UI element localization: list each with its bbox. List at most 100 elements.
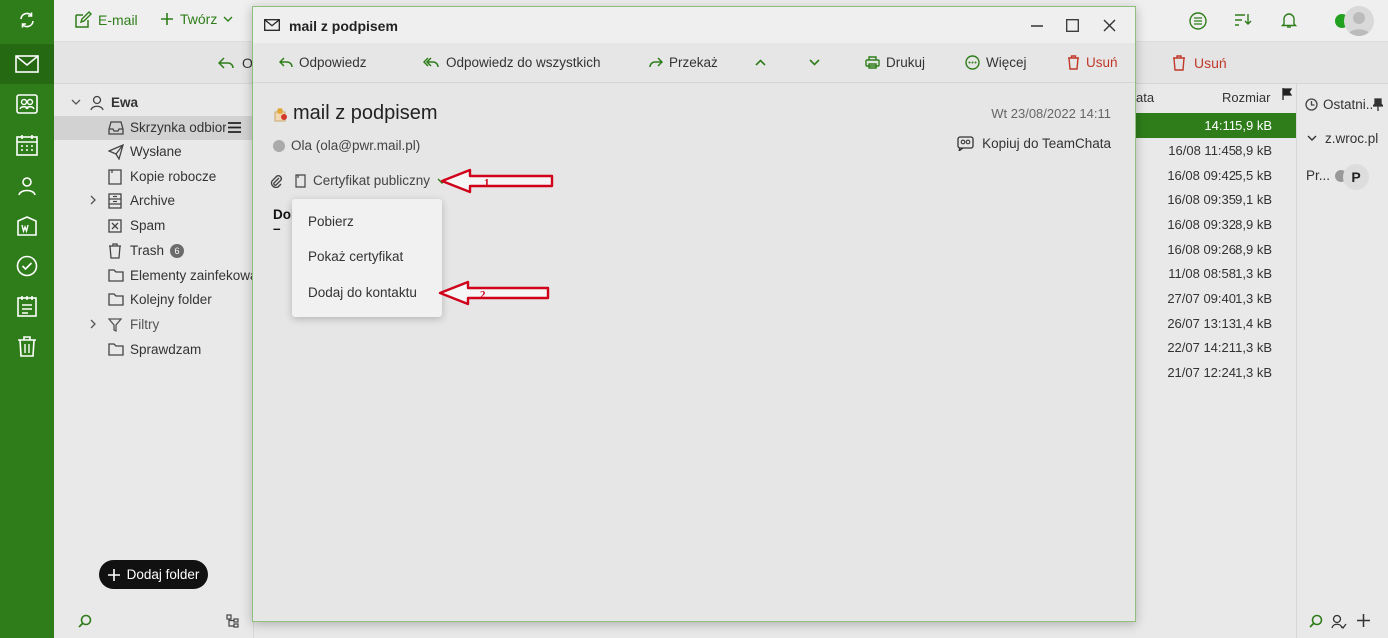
folder-another[interactable]: Kolejny folder — [54, 288, 254, 312]
search-icon[interactable] — [78, 614, 92, 628]
email-label: E-mail — [98, 12, 138, 28]
search-icon[interactable] — [1309, 614, 1323, 628]
user-icon[interactable] — [0, 166, 54, 206]
trash-icon — [1173, 55, 1185, 71]
folder-drafts[interactable]: Kopie robocze — [54, 165, 254, 189]
folder-spam[interactable]: Spam — [54, 214, 254, 238]
chevron-right-icon[interactable] — [90, 195, 97, 205]
avatar[interactable] — [1344, 6, 1374, 36]
table-row[interactable]: 16/08 09:35 9,1 kB — [1136, 187, 1296, 212]
reply-all-button[interactable]: Odpowiedz do wszystkich — [423, 55, 601, 70]
add-contact-icon[interactable] — [1331, 614, 1347, 629]
folder-label: Elementy zainfekowane — [130, 268, 254, 283]
trash-icon[interactable] — [0, 326, 54, 366]
app-sidebar — [0, 0, 54, 638]
document-icon — [295, 173, 306, 188]
list-icon[interactable] — [1189, 12, 1207, 30]
tree-view-icon[interactable] — [226, 614, 240, 628]
domain-group[interactable]: z.wroc.pl — [1307, 131, 1378, 146]
trash-icon — [1068, 55, 1079, 70]
mail-icon — [264, 19, 280, 31]
table-row[interactable]: 22/07 14:21 1,3 kB — [1136, 335, 1296, 360]
chevron-up-icon[interactable] — [755, 59, 766, 66]
menu-item-download[interactable]: Pobierz — [308, 214, 354, 229]
table-row[interactable]: 14:11 5,9 kB — [1136, 113, 1296, 138]
chevron-right-icon[interactable] — [90, 319, 97, 329]
folder-infected[interactable]: Elementy zainfekowane — [54, 264, 254, 288]
mail-content: mail z podpisem Wt 23/08/2022 14:11 Ola … — [253, 84, 1135, 621]
reply-label: Odpowiedz — [299, 55, 367, 70]
notes-icon[interactable] — [0, 286, 54, 326]
folder-sent[interactable]: Wysłane — [54, 140, 254, 164]
signed-message-icon — [274, 108, 287, 122]
maximize-icon[interactable] — [1066, 19, 1079, 32]
folder-inbox[interactable]: Skrzynka odbiorcza — [54, 116, 254, 140]
folder-checking[interactable]: Sprawdzam — [54, 338, 254, 362]
word-doc-icon[interactable] — [0, 206, 54, 246]
contact-avatar[interactable]: P — [1343, 164, 1369, 190]
contacts-icon[interactable] — [0, 84, 54, 124]
reply-all-label: Odpowiedz do wszystkich — [446, 55, 601, 70]
column-date-header[interactable]: ata — [1136, 90, 1154, 105]
bell-icon[interactable] — [1280, 11, 1298, 29]
print-label: Drukuj — [886, 55, 926, 70]
spam-icon — [108, 219, 122, 233]
reply-icon — [279, 57, 293, 68]
table-row[interactable]: 26/07 13:13 1,4 kB — [1136, 311, 1296, 336]
sender[interactable]: Ola (ola@pwr.mail.pl) — [273, 138, 420, 153]
folder-archive[interactable]: Archive — [54, 189, 254, 213]
new-email-button[interactable]: E-mail — [74, 11, 138, 29]
print-button[interactable]: Drukuj — [865, 55, 925, 70]
flag-icon[interactable] — [1282, 88, 1292, 100]
attachment-row: Certyfikat publiczny — [269, 173, 447, 188]
minimize-icon[interactable] — [1031, 25, 1043, 27]
teamchat-icon — [957, 136, 974, 151]
body-line-2: – — [273, 221, 281, 236]
more-button[interactable]: Więcej — [965, 55, 1027, 70]
folder-filters[interactable]: Filtry — [54, 313, 254, 337]
create-label: Twórz — [180, 11, 218, 27]
column-size-header[interactable]: Rozmiar — [1222, 90, 1270, 105]
chevron-down-icon[interactable] — [809, 59, 820, 66]
refresh-icon[interactable] — [0, 0, 54, 40]
delete-button-bg[interactable]: Usuń — [1172, 55, 1227, 71]
plus-icon[interactable] — [1357, 614, 1370, 627]
table-row[interactable]: 21/07 12:24 1,3 kB — [1136, 360, 1296, 385]
forward-button[interactable]: Przekaż — [649, 55, 718, 70]
add-folder-button[interactable]: Dodaj folder — [99, 560, 208, 589]
table-row[interactable]: 16/08 09:26 8,9 kB — [1136, 237, 1296, 262]
message-list: ata Rozmiar 14:11 5,9 kB 16/08 11:45 8,9 k… — [1136, 84, 1296, 638]
close-icon[interactable] — [1103, 19, 1116, 32]
menu-icon[interactable] — [228, 122, 241, 133]
copy-to-teamchat-button[interactable]: Kopiuj do TeamChata — [957, 136, 1111, 151]
recent-header[interactable]: Ostatni.. — [1305, 97, 1373, 112]
reply-button[interactable]: Odpowiedz — [279, 55, 367, 70]
menu-item-show-certificate[interactable]: Pokaż certyfikat — [308, 249, 403, 264]
add-folder-label: Dodaj folder — [126, 567, 200, 582]
certificate-attachment[interactable]: Certyfikat publiczny — [295, 173, 447, 188]
archive-icon — [108, 193, 122, 209]
calendar-icon[interactable] — [0, 125, 54, 165]
table-row[interactable]: 16/08 09:42 5,5 kB — [1136, 163, 1296, 188]
mail-window: mail z podpisem Odpowiedz Odpowiedz do w… — [252, 6, 1136, 622]
folder-icon — [108, 269, 124, 282]
table-row[interactable]: 16/08 11:45 8,9 kB — [1136, 138, 1296, 163]
user-icon — [90, 95, 104, 111]
delete-button[interactable]: Usuń — [1067, 55, 1118, 70]
trash-icon — [109, 243, 121, 259]
folder-label: Trash 6 — [130, 243, 185, 259]
message-date: Wt 23/08/2022 14:11 — [991, 106, 1111, 121]
window-titlebar[interactable]: mail z podpisem — [253, 7, 1135, 43]
annotation-arrow-1: 1 — [440, 168, 554, 194]
tasks-check-icon[interactable] — [0, 246, 54, 286]
table-row[interactable]: 16/08 09:32 8,9 kB — [1136, 212, 1296, 237]
menu-item-add-to-contact[interactable]: Dodaj do kontaktu — [308, 285, 417, 300]
sort-icon[interactable] — [1234, 12, 1252, 28]
create-menu-button[interactable]: Twórz — [160, 11, 233, 27]
folder-trash[interactable]: Trash 6 — [54, 239, 254, 263]
account-ewa[interactable]: Ewa — [54, 91, 254, 115]
pin-icon[interactable] — [1373, 98, 1383, 111]
mail-icon[interactable] — [0, 44, 54, 84]
table-row[interactable]: 11/08 08:58 1,3 kB — [1136, 261, 1296, 286]
table-row[interactable]: 27/07 09:40 1,3 kB — [1136, 286, 1296, 311]
